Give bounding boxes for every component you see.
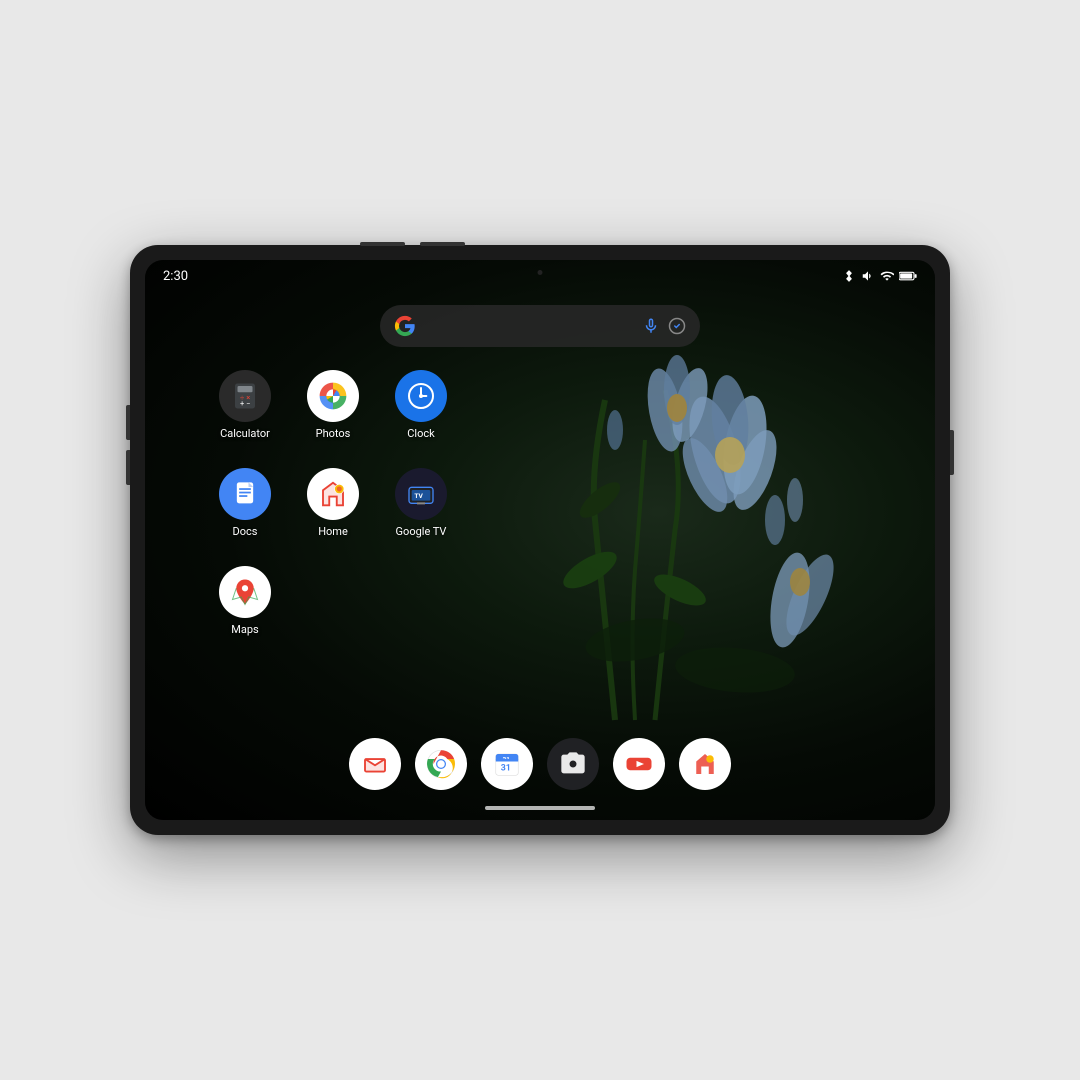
app-item-googletv[interactable]: TV Google TV [381,468,461,558]
svg-text:+: + [240,399,244,408]
google-lens-icon[interactable] [668,317,686,335]
search-bar[interactable] [380,305,700,347]
power-button[interactable] [950,430,954,475]
usb-button-1 [360,242,405,246]
home-indicator[interactable] [485,806,595,810]
tablet-device: 2:30 [130,245,950,835]
dock-item-gmail[interactable] [349,738,401,790]
app-item-photos[interactable]: Photos [293,370,373,460]
photos-icon [307,370,359,422]
app-grid: ÷ × + − Calculator [205,370,461,656]
bluetooth-icon [842,269,856,283]
mic-icon[interactable] [642,317,660,335]
wifi-icon [880,269,894,283]
calculator-icon: ÷ × + − [219,370,271,422]
clock-label: Clock [407,427,434,440]
home-label: Home [318,525,348,538]
battery-icon [899,269,917,283]
dock: 31 31 [349,738,731,790]
status-icons [842,269,917,283]
dock-item-camera[interactable] [547,738,599,790]
dock-item-chrome[interactable] [415,738,467,790]
googletv-label: Google TV [396,525,447,538]
volume-down-button[interactable] [126,450,130,485]
app-item-home[interactable]: Home [293,468,373,558]
docs-label: Docs [233,525,258,538]
svg-text:TV: TV [414,492,423,500]
usb-button-2 [420,242,465,246]
photos-label: Photos [316,427,351,440]
volume-icon [861,269,875,283]
googletv-icon: TV [395,468,447,520]
status-bar: 2:30 [145,260,935,292]
status-time: 2:30 [163,269,188,284]
app-item-docs[interactable]: Docs [205,468,285,558]
dock-item-calendar[interactable]: 31 31 [481,738,533,790]
clock-icon [395,370,447,422]
calculator-label: Calculator [220,427,270,440]
dock-item-googlehome[interactable] [679,738,731,790]
svg-text:−: − [246,399,250,408]
dock-item-youtube[interactable] [613,738,665,790]
google-logo [394,315,416,337]
maps-icon [219,566,271,618]
tablet-screen: 2:30 [145,260,935,820]
maps-label: Maps [231,623,258,636]
app-item-clock[interactable]: Clock [381,370,461,460]
docs-icon [219,468,271,520]
wallpaper-flowers [435,320,855,740]
svg-text:31: 31 [501,763,511,773]
search-right-icons [642,317,686,335]
volume-up-button[interactable] [126,405,130,440]
app-item-maps[interactable]: Maps [205,566,285,656]
app-item-calculator[interactable]: ÷ × + − Calculator [205,370,285,460]
home-icon [307,468,359,520]
